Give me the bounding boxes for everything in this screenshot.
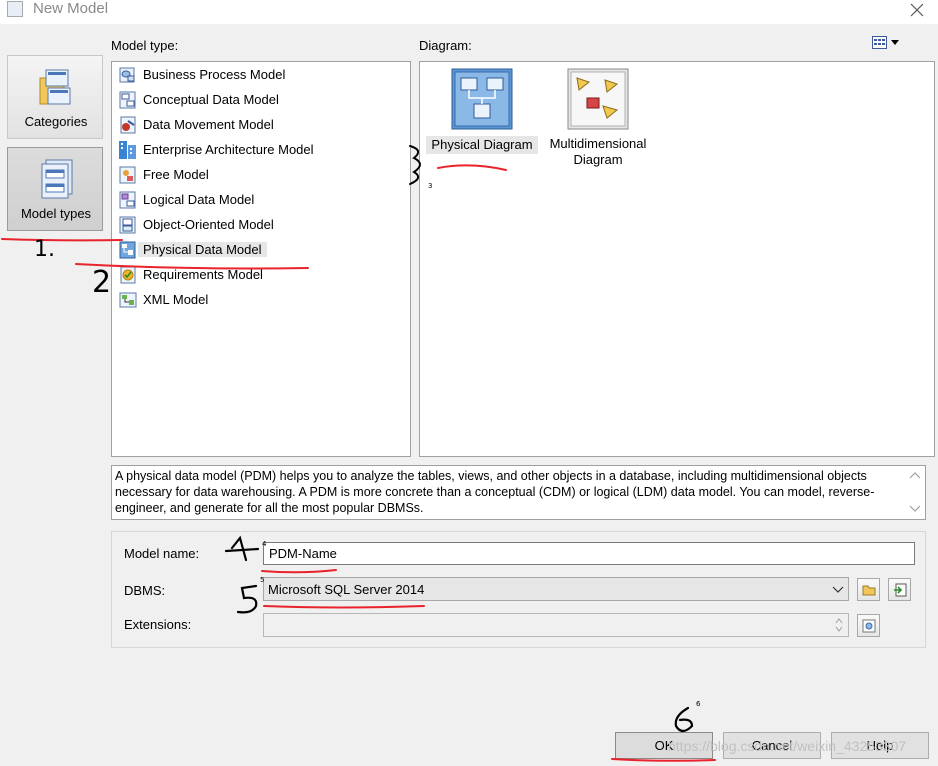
conceptual-data-icon — [119, 91, 136, 109]
physical-diagram-label: Physical Diagram — [426, 136, 538, 154]
import-dbms-button[interactable] — [888, 578, 911, 601]
import-icon — [894, 583, 907, 597]
categories-button[interactable]: Categories — [7, 55, 103, 139]
app-icon — [7, 1, 23, 17]
extensions-label: Extensions: — [124, 617, 192, 632]
underline-model-types — [1, 238, 123, 242]
xml-model-icon — [119, 292, 137, 308]
logical-data-icon — [119, 191, 136, 209]
physical-data-icon — [119, 241, 136, 259]
business-process-icon — [119, 67, 135, 83]
model-item-requirements[interactable]: Requirements Model — [116, 263, 406, 287]
data-movement-icon — [120, 116, 136, 134]
diagram-item-physical[interactable]: Physical Diagram — [426, 66, 538, 156]
dbms-value: Microsoft SQL Server 2014 — [268, 582, 425, 597]
multidimensional-diagram-icon — [567, 68, 629, 130]
cancel-button[interactable]: Cancel — [723, 732, 821, 759]
folder-icon — [862, 585, 876, 596]
extensions-picker-icon — [862, 619, 876, 633]
model-item-free-model[interactable]: Free Model — [116, 163, 406, 187]
help-button[interactable]: Help — [831, 732, 929, 759]
physical-diagram-icon — [451, 68, 513, 130]
annotation-number-1: 1. — [34, 237, 55, 262]
requirements-icon — [120, 266, 136, 284]
underline-ok — [611, 758, 716, 762]
model-description: A physical data model (PDM) helps you to… — [111, 465, 926, 520]
description-text: A physical data model (PDM) helps you to… — [115, 469, 875, 515]
dbms-label: DBMS: — [124, 583, 166, 598]
multidimensional-diagram-label-line1: Multidimensional — [549, 136, 647, 151]
annotation-number-2: 2 — [92, 265, 111, 300]
scroll-arrows-icon — [909, 472, 921, 512]
window-title: New Model — [33, 0, 109, 17]
diagram-item-multidimensional[interactable]: Multidimensional Diagram — [542, 66, 654, 167]
description-scrollbar[interactable] — [905, 466, 925, 519]
object-oriented-icon — [119, 216, 136, 234]
model-settings-group: Model name: PDM-Name DBMS: Microsoft SQL… — [111, 531, 926, 648]
stroke-6 — [674, 706, 694, 733]
new-model-dialog: New Model Categories Model types Model t… — [0, 0, 938, 766]
model-item-enterprise-architecture[interactable]: Enterprise Architecture Model — [116, 138, 406, 162]
free-model-icon — [119, 166, 136, 184]
model-item-business-process[interactable]: Business Process Model — [116, 63, 406, 87]
diagram-panel[interactable]: Physical Diagram Multidimensional Diagra… — [419, 61, 935, 457]
select-extensions-button[interactable] — [857, 614, 880, 637]
diagram-label: Diagram: — [419, 38, 472, 53]
spin-arrows-icon — [835, 618, 843, 632]
model-item-xml-model[interactable]: XML Model — [116, 288, 406, 312]
close-button[interactable] — [904, 0, 930, 20]
grid-view-icon — [872, 36, 899, 49]
model-name-input[interactable]: PDM-Name — [263, 542, 915, 565]
ok-button[interactable]: OK — [615, 732, 713, 759]
model-item-logical-data[interactable]: Logical Data Model — [116, 188, 406, 212]
enterprise-architecture-icon — [119, 141, 136, 159]
model-item-data-movement[interactable]: Data Movement Model — [116, 113, 406, 137]
multidimensional-diagram-label-line2: Diagram — [573, 152, 623, 167]
model-name-label: Model name: — [124, 546, 200, 561]
annotation-number-6: 6 — [696, 700, 701, 708]
browse-dbms-button[interactable] — [857, 578, 880, 601]
folder-stack-icon — [39, 69, 71, 105]
model-types-label: Model types — [20, 206, 92, 221]
dbms-select[interactable]: Microsoft SQL Server 2014 — [263, 577, 849, 601]
title-bar: New Model — [0, 0, 938, 24]
categories-label: Categories — [24, 114, 88, 129]
chevron-down-icon — [891, 40, 899, 45]
model-type-label: Model type: — [111, 38, 179, 53]
model-types-button[interactable]: Model types — [7, 147, 103, 231]
model-type-list[interactable]: Business Process Model Conceptual Data M… — [111, 61, 411, 457]
chevron-down-icon — [832, 586, 844, 593]
model-item-conceptual-data[interactable]: Conceptual Data Model — [116, 88, 406, 112]
close-icon — [910, 3, 924, 17]
model-item-physical-data[interactable]: Physical Data Model — [116, 238, 406, 262]
view-mode-toggle[interactable] — [872, 35, 904, 51]
extensions-field[interactable] — [263, 613, 849, 637]
model-item-object-oriented[interactable]: Object-Oriented Model — [116, 213, 406, 237]
model-stack-icon — [41, 159, 73, 199]
